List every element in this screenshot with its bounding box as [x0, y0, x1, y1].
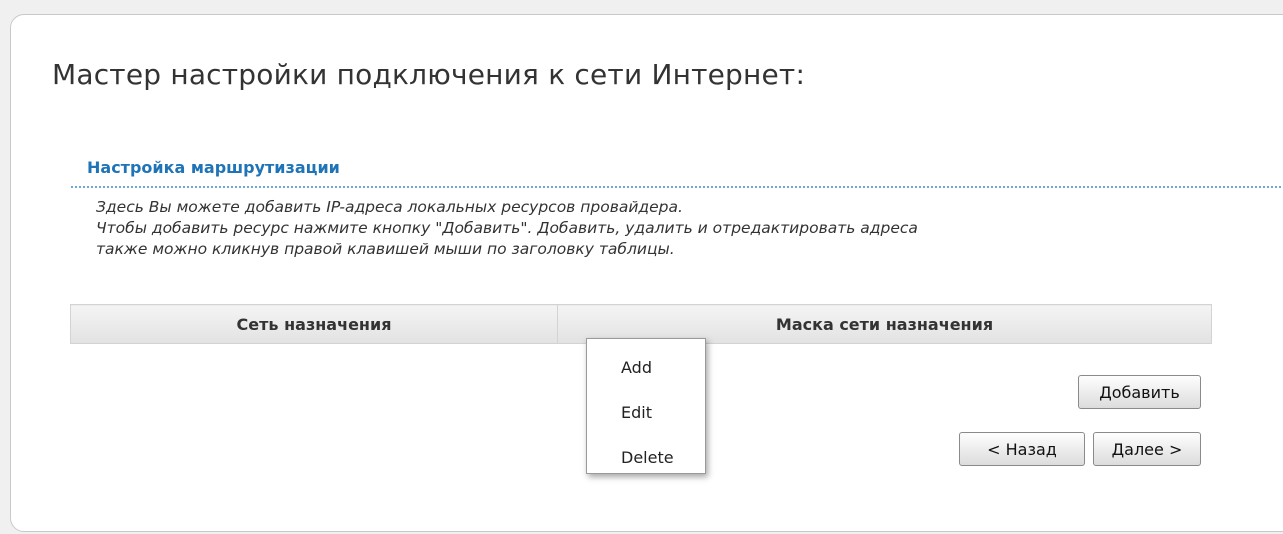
next-button[interactable]: Далее > — [1093, 432, 1201, 466]
context-menu-item-delete[interactable]: Delete — [587, 443, 705, 473]
section-title-routing: Настройка маршрутизации — [87, 158, 340, 177]
routing-description: Здесь Вы можете добавить IP-адреса локал… — [96, 197, 918, 260]
column-header-destination-network[interactable]: Сеть назначения — [70, 304, 558, 344]
page-title: Мастер настройки подключения к сети Инте… — [52, 58, 806, 91]
context-menu: Add Edit Delete — [586, 338, 706, 474]
add-route-button[interactable]: Добавить — [1078, 375, 1201, 409]
context-menu-item-edit[interactable]: Edit — [587, 398, 705, 428]
description-line: также можно кликнув правой клавишей мыши… — [96, 240, 675, 258]
context-menu-item-add[interactable]: Add — [587, 353, 705, 383]
back-button[interactable]: < Назад — [959, 432, 1085, 466]
description-line: Здесь Вы можете добавить IP-адреса локал… — [96, 198, 683, 216]
description-line: Чтобы добавить ресурс нажмите кнопку "До… — [96, 219, 918, 237]
section-divider — [71, 186, 1281, 188]
